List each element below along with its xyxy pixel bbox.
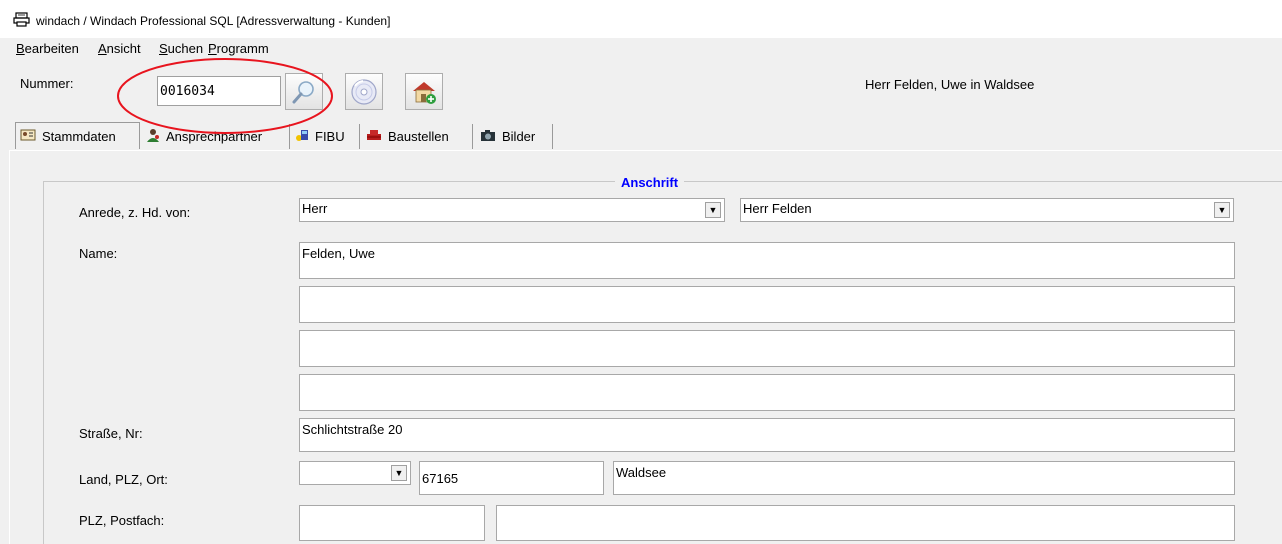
menu-suchen[interactable]: Suchen — [159, 41, 203, 56]
tab-bilder-label: Bilder — [502, 129, 536, 144]
annotation-circle — [117, 58, 333, 134]
cd-disc-icon — [351, 78, 377, 105]
plz-input[interactable]: 67165 — [419, 461, 604, 495]
tab-baustellen-label: Baustellen — [388, 129, 449, 144]
zhd-select[interactable]: Herr Felden ▼ — [740, 198, 1234, 222]
postfach-plz-input[interactable] — [299, 505, 485, 541]
construction-icon — [366, 129, 382, 144]
camera-icon — [480, 129, 496, 145]
zhd-value: Herr Felden — [743, 201, 812, 216]
anrede-select[interactable]: Herr ▼ — [299, 198, 725, 222]
ort-input[interactable]: Waldsee — [613, 461, 1235, 495]
chevron-down-icon[interactable]: ▼ — [391, 465, 407, 481]
tab-stammdaten-label: Stammdaten — [42, 128, 116, 144]
land-select[interactable]: ▼ — [299, 461, 411, 485]
strasse-label: Straße, Nr: — [79, 426, 143, 441]
address-card-icon — [20, 128, 36, 145]
menu-programm[interactable]: Programm — [208, 41, 269, 56]
name-line-2[interactable] — [299, 286, 1235, 323]
anrede-label: Anrede, z. Hd. von: — [79, 205, 191, 220]
cd-button[interactable] — [345, 73, 383, 110]
app-icon — [13, 12, 30, 27]
nummer-label: Nummer: — [20, 76, 74, 91]
window-title: windach / Windach Professional SQL [Adre… — [36, 14, 391, 28]
group-title: Anschrift — [615, 175, 685, 190]
menu-bearbeiten[interactable]: Bearbeiten — [16, 41, 79, 56]
house-add-icon — [413, 81, 436, 104]
anrede-value: Herr — [302, 201, 328, 216]
record-summary: Herr Felden, Uwe in Waldsee — [865, 77, 1035, 92]
menu-ansicht[interactable]: Ansicht — [98, 41, 141, 56]
name-line-1[interactable]: Felden, Uwe — [299, 242, 1235, 279]
tab-bilder[interactable]: Bilder — [473, 124, 553, 149]
tab-baustellen[interactable]: Baustellen — [360, 124, 473, 149]
postfach-label: PLZ, Postfach: — [79, 513, 165, 528]
name-line-3[interactable] — [299, 330, 1235, 367]
chevron-down-icon[interactable]: ▼ — [705, 202, 721, 218]
postfach-input[interactable] — [496, 505, 1235, 541]
name-label: Name: — [79, 246, 118, 261]
chevron-down-icon[interactable]: ▼ — [1214, 202, 1230, 218]
name-line-4[interactable] — [299, 374, 1235, 411]
land-plz-ort-label: Land, PLZ, Ort: — [79, 472, 168, 487]
strasse-input[interactable]: Schlichtstraße 20 — [299, 418, 1235, 452]
home-add-button[interactable] — [405, 73, 443, 110]
